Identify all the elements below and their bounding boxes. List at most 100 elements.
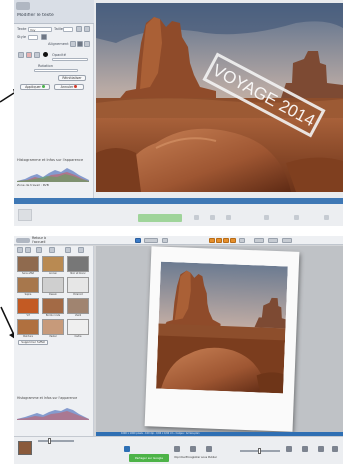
monument-valley-photo: VOYAGE 2014: [96, 3, 343, 192]
effect-thumbnail[interactable]: [17, 277, 39, 293]
effect-icon-2[interactable]: [216, 238, 222, 243]
settings-icon[interactable]: [286, 446, 292, 452]
save-icon[interactable]: [190, 446, 196, 452]
align-left-button[interactable]: [70, 41, 76, 47]
polaroid-photo: [156, 261, 288, 394]
select-tool-icon[interactable]: [17, 247, 23, 253]
histogram-label: Histogramme et Infos sur l'apparence: [17, 158, 84, 162]
effect-button-3[interactable]: [34, 52, 40, 58]
apply-icon: [41, 85, 45, 88]
size-slider-knob[interactable]: [258, 448, 261, 454]
effect-thumbnail[interactable]: [17, 298, 39, 314]
zoom-out-icon[interactable]: [302, 446, 308, 452]
back-home-button[interactable]: [16, 238, 30, 243]
help-icon[interactable]: [324, 215, 329, 220]
effect-thumbnail[interactable]: [67, 277, 89, 293]
font-color-button[interactable]: [41, 34, 47, 40]
cancel-icon: [74, 85, 78, 88]
text-input[interactable]: Voy: [28, 27, 52, 32]
effect-label: Vif: [26, 314, 30, 317]
rotation-slider[interactable]: [34, 69, 78, 72]
effect-icon-4[interactable]: [230, 238, 236, 243]
redo-icon[interactable]: [268, 238, 278, 243]
effect-thumbnail[interactable]: [67, 256, 89, 272]
opacity-label: Opacité: [52, 53, 66, 57]
align-center-button[interactable]: [77, 41, 83, 47]
size-input[interactable]: [63, 27, 73, 32]
crop-icon[interactable]: [239, 238, 245, 243]
back-button[interactable]: [16, 2, 30, 10]
text-tool-icon[interactable]: [65, 247, 71, 253]
histogram-label: Histogramme et Infos sur l'apparence: [17, 396, 78, 400]
effect-thumbnail[interactable]: [17, 319, 39, 335]
print-icon[interactable]: [174, 446, 180, 452]
effect-thumbnail[interactable]: [67, 298, 89, 314]
canvas-area[interactable]: [96, 246, 343, 432]
brush-tool-icon[interactable]: [36, 247, 42, 253]
italic-button[interactable]: [84, 26, 90, 32]
save-icon[interactable]: [210, 215, 215, 220]
text-settings-panel: Modifier le texte Texte : Voy Taille Sty…: [14, 0, 94, 204]
effect-button-1[interactable]: [18, 52, 24, 58]
effects-panel: Sans effet Ancien Noir et blanc Sépia Dessin…: [14, 246, 94, 436]
histogram-sub-label: Zone de travail : RVB: [17, 183, 49, 187]
apply-button[interactable]: Appliquer: [20, 84, 50, 90]
polaroid-frame[interactable]: [144, 246, 300, 432]
effect-label: Polaroid: [73, 293, 83, 296]
zoom-slider[interactable]: [38, 438, 74, 444]
effect-thumbnail[interactable]: [67, 319, 89, 335]
effect-label: Cadre: [74, 335, 82, 338]
save-as-label: Enregistrer sous: [186, 456, 208, 459]
zoom-slider-knob[interactable]: [48, 438, 51, 444]
rotate-icon[interactable]: [162, 238, 168, 243]
reset-button[interactable]: Réinitialiser: [58, 75, 86, 81]
share-google-button[interactable]: Partager sur Google: [129, 454, 169, 462]
effect-button-2[interactable]: [26, 52, 32, 58]
photo-canvas[interactable]: VOYAGE 2014: [96, 3, 343, 192]
pencil-tool-icon[interactable]: [49, 247, 55, 253]
help-icon[interactable]: [332, 446, 338, 452]
share-icon[interactable]: [124, 446, 130, 452]
panel-header: Modifier le texte: [14, 0, 94, 24]
style-label: Style: [17, 35, 27, 39]
share-button[interactable]: [138, 214, 182, 222]
settings-icon[interactable]: [294, 215, 299, 220]
bold-button[interactable]: [76, 26, 82, 32]
thumbnail[interactable]: [18, 441, 32, 455]
zoom-icon[interactable]: [264, 215, 269, 220]
align-right-button[interactable]: [84, 41, 90, 47]
publish-icon[interactable]: [226, 215, 231, 220]
remove-effect-button[interactable]: Supprimer l'effet: [18, 340, 48, 345]
monument-valley-photo: [156, 261, 288, 394]
panel-title: Modifier le texte: [17, 13, 54, 18]
back-home-label: Retour à l'accueil: [32, 236, 46, 244]
thumbnail[interactable]: [18, 209, 32, 221]
zoom-in-icon[interactable]: [318, 446, 324, 452]
opacity-slider[interactable]: [52, 58, 88, 61]
effect-icon-1[interactable]: [209, 238, 215, 243]
effect-label: Ancien: [48, 272, 58, 275]
cancel-button[interactable]: Annuler: [54, 84, 84, 90]
undo-icon[interactable]: [254, 238, 264, 243]
effect-thumbnail[interactable]: [42, 256, 64, 272]
fit-icon[interactable]: [282, 238, 292, 243]
effect-icon-3[interactable]: [223, 238, 229, 243]
print-icon[interactable]: [194, 215, 199, 220]
hand-tool-icon[interactable]: [25, 247, 31, 253]
effect-thumbnail[interactable]: [42, 277, 64, 293]
effect-label: Peinture: [23, 335, 33, 338]
effect-thumbnail[interactable]: [42, 319, 64, 335]
style-select[interactable]: [28, 35, 38, 40]
effect-thumbnail[interactable]: [17, 256, 39, 272]
publish-label: Publier: [208, 456, 217, 459]
effect-label: Bords ronds: [45, 314, 61, 317]
zoom-select[interactable]: [144, 238, 158, 243]
shape-tool-icon[interactable]: [78, 247, 84, 253]
effect-thumbnail[interactable]: [42, 298, 64, 314]
size-label: Taille: [54, 27, 64, 31]
effect-label: Noir et blanc: [70, 272, 86, 275]
publish-icon[interactable]: [206, 446, 212, 452]
nav-prev-icon[interactable]: [135, 238, 141, 243]
color-swatch[interactable]: [43, 52, 48, 57]
size-slider[interactable]: [240, 448, 280, 454]
